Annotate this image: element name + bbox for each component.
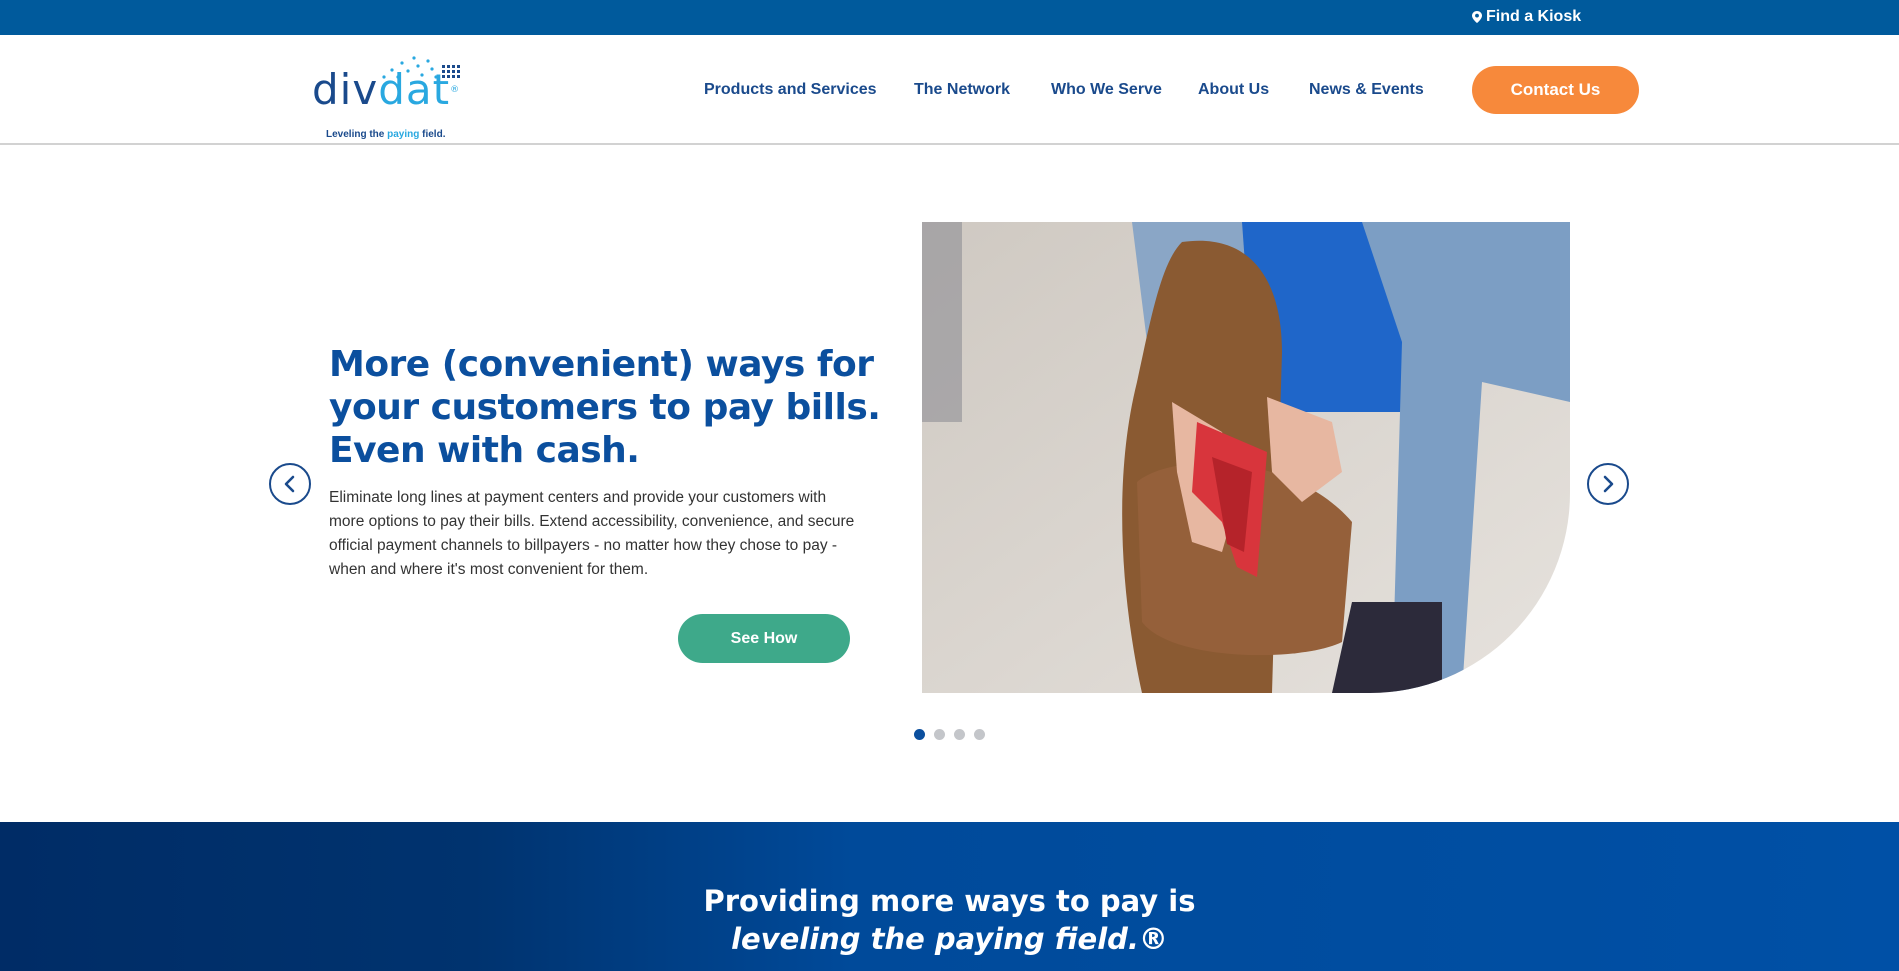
site-header: divdat® Leveling the paying field. Produ… <box>0 35 1899 145</box>
nav-item-the-network[interactable]: The Network <box>914 81 1010 99</box>
find-kiosk-link[interactable]: Find a Kiosk <box>1472 6 1581 28</box>
hero-photo-illustration <box>922 222 1570 693</box>
logo-wordmark: divdat® <box>312 65 461 114</box>
carousel-prev-button[interactable] <box>269 463 311 505</box>
nav-item-who-we-serve[interactable]: Who We Serve <box>1051 81 1162 99</box>
hero-title: More (convenient) ways for your customer… <box>329 344 881 471</box>
contact-us-button[interactable]: Contact Us <box>1472 66 1639 114</box>
band-heading-line2: leveling the paying field.® <box>731 922 1168 956</box>
chevron-left-icon <box>284 475 295 493</box>
hero-photo-wallet <box>922 222 1570 693</box>
tagline-band: Providing more ways to pay is leveling t… <box>0 822 1899 971</box>
carousel-dot-2[interactable] <box>934 729 945 740</box>
carousel-pagination <box>914 729 985 741</box>
chevron-right-icon <box>1603 475 1614 493</box>
nav-item-about-us[interactable]: About Us <box>1198 81 1269 99</box>
nav-item-news-and-events[interactable]: News & Events <box>1309 81 1424 99</box>
top-utility-bar: Find a Kiosk <box>0 0 1899 35</box>
carousel-dot-1[interactable] <box>914 729 925 740</box>
divdat-logo[interactable]: divdat® Leveling the paying field. <box>312 55 472 140</box>
carousel-dot-3[interactable] <box>954 729 965 740</box>
band-heading-line1: Providing more ways to pay is <box>703 884 1196 918</box>
carousel-dot-4[interactable] <box>974 729 985 740</box>
map-pin-icon <box>1472 11 1482 23</box>
find-kiosk-label: Find a Kiosk <box>1486 8 1582 25</box>
nav-item-products-and-services[interactable]: Products and Services <box>704 81 877 99</box>
logo-tagline: Leveling the paying field. <box>326 129 446 140</box>
see-how-button[interactable]: See How <box>678 614 850 663</box>
carousel-next-button[interactable] <box>1587 463 1629 505</box>
hero-description: Eliminate long lines at payment centers … <box>329 489 855 578</box>
